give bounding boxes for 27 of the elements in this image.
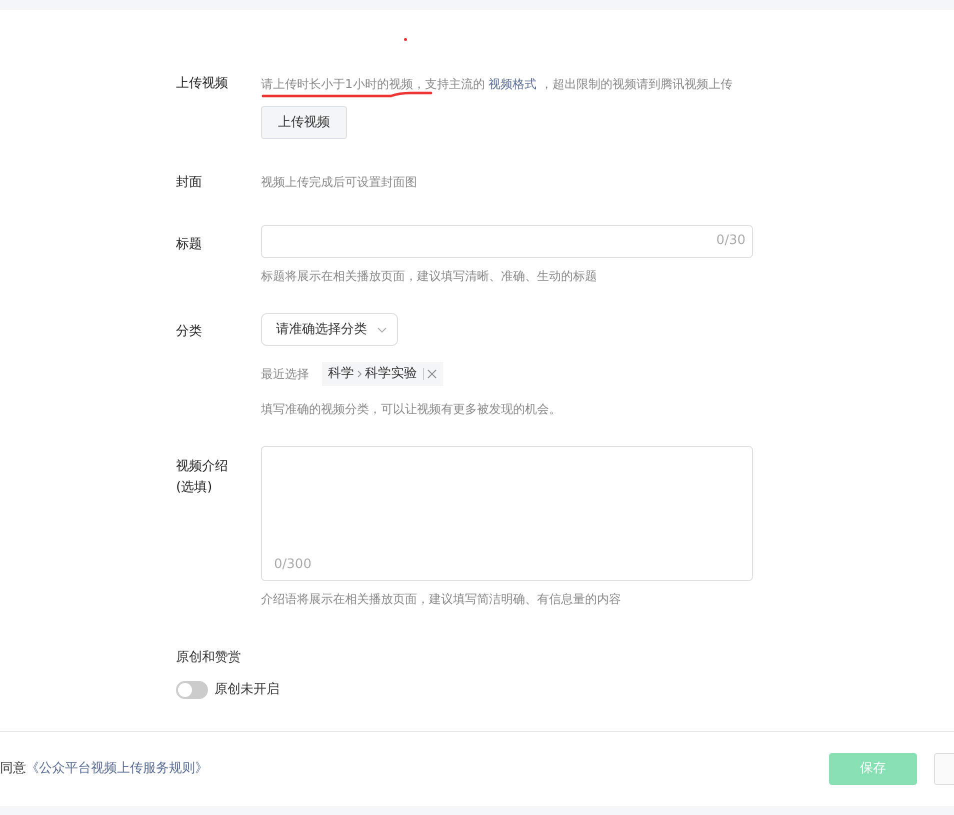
field-label: 封面 bbox=[176, 175, 202, 190]
close-icon[interactable] bbox=[427, 369, 437, 380]
partial-button[interactable] bbox=[934, 753, 954, 785]
toggle-switch[interactable] bbox=[176, 680, 208, 699]
title-hint: 标题将展示在相关播放页面，建议填写清晰、准确、生动的标题 bbox=[261, 268, 597, 282]
upload-hint: 请上传时长小于1小时的视频，支持主流的 视频格式 ，超出限制的视频请到腾讯视频上传 bbox=[261, 77, 733, 91]
field-label: 分类 bbox=[176, 324, 202, 339]
character-counter: 0/300 bbox=[274, 556, 312, 574]
toggle-label: 原创未开启 bbox=[214, 680, 280, 699]
recent-label: 最近选择 bbox=[261, 366, 309, 383]
field-label: 标题 bbox=[176, 236, 202, 252]
character-counter: 0/30 bbox=[716, 232, 746, 250]
category-hint: 填写准确的视频分类，可以让视频有更多被发现的机会。 bbox=[261, 402, 561, 416]
upload-button[interactable]: 上传视频 bbox=[261, 106, 347, 139]
category-select[interactable]: 请准确选择分类 bbox=[261, 312, 398, 346]
agreement-link[interactable]: 《公众平台视频上传服务规则》 bbox=[26, 761, 208, 776]
section-heading: 原创和赞赏 bbox=[176, 650, 241, 666]
chevron-down-icon bbox=[377, 326, 387, 333]
intro-hint: 介绍语将展示在相关播放页面，建议填写简洁明确、有信息量的内容 bbox=[261, 592, 621, 606]
recent-category-tag[interactable]: 科学 科学实验 bbox=[322, 362, 443, 386]
agreement-text: 同意《公众平台视频上传服务规则》 bbox=[0, 760, 208, 778]
optional-label: (选填) bbox=[176, 479, 214, 498]
field-label: 上传视频 bbox=[176, 76, 228, 91]
chevron-right-icon bbox=[357, 370, 362, 378]
cover-hint: 视频上传完成后可设置封面图 bbox=[261, 175, 417, 189]
field-label: 视频介绍 bbox=[176, 458, 229, 476]
annotation-dot bbox=[404, 38, 407, 41]
